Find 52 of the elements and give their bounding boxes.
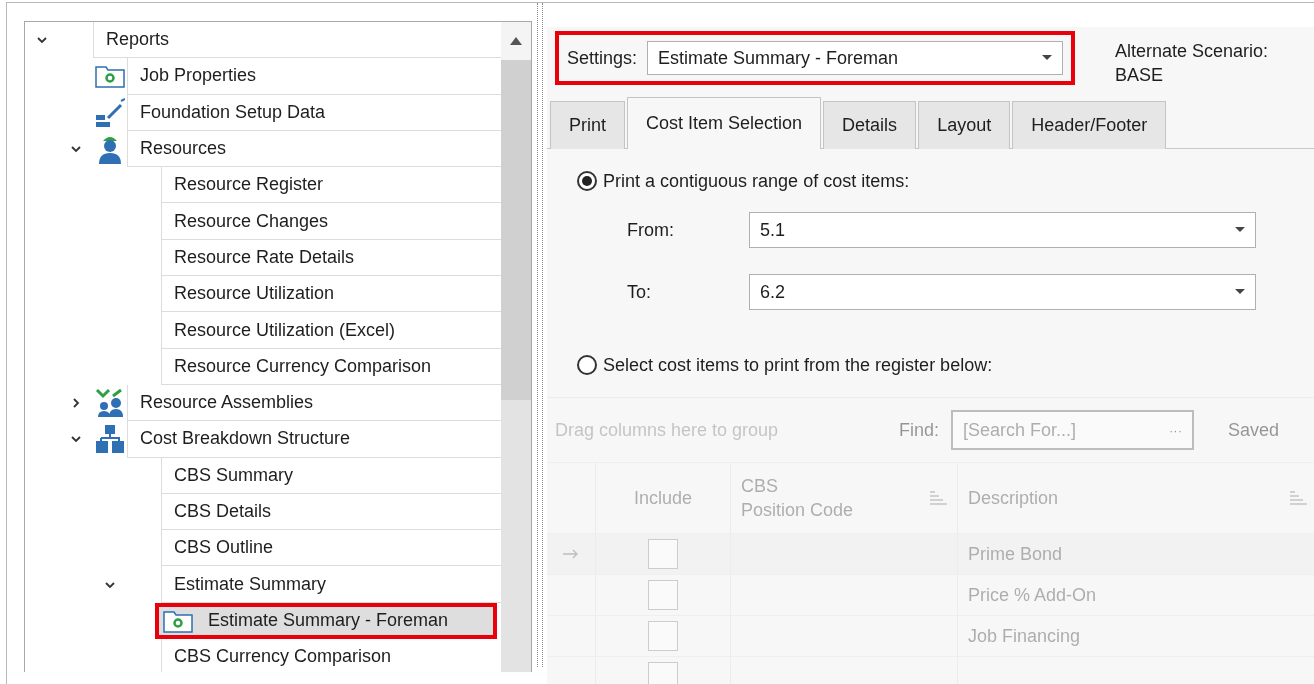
tree-item[interactable]: Resource Rate Details xyxy=(161,239,501,277)
people-icon xyxy=(95,388,125,419)
tab[interactable]: Header/Footer xyxy=(1012,101,1167,149)
splitter[interactable] xyxy=(537,3,543,667)
settings-label: Settings: xyxy=(567,47,638,69)
tree-item[interactable]: Foundation Setup Data xyxy=(127,94,501,131)
dropdown-caret-icon[interactable] xyxy=(1042,55,1052,61)
scroll-up-icon[interactable] xyxy=(510,37,522,45)
find-label: Find: xyxy=(899,419,940,441)
range-dropdown[interactable]: 6.2 xyxy=(749,274,1256,310)
folder-icon xyxy=(163,608,193,633)
tree-item[interactable]: Resource Currency Comparison xyxy=(161,348,501,385)
alternate-scenario-value: BASE xyxy=(1115,64,1165,87)
arrow-right-icon xyxy=(563,549,579,559)
field-label: From: xyxy=(627,219,675,241)
tree-item[interactable]: CBS Details xyxy=(161,493,501,531)
setup-icon xyxy=(95,97,125,128)
alternate-scenario-label: Alternate Scenario: xyxy=(1115,40,1269,63)
tab[interactable]: Layout xyxy=(918,101,1011,149)
tree-item[interactable]: Reports xyxy=(93,22,501,59)
settings-dropdown[interactable]: Estimate Summary - Foreman xyxy=(647,41,1063,75)
folder-icon xyxy=(95,64,125,89)
scrollbar-thumb[interactable] xyxy=(501,60,531,400)
radio-button[interactable] xyxy=(577,355,597,375)
tree-item[interactable]: Resource Assemblies xyxy=(127,384,501,422)
tree-item[interactable]: Resource Utilization (Excel) xyxy=(161,312,501,349)
radio-button[interactable] xyxy=(577,171,597,191)
description-cell: Prime Bond xyxy=(968,543,1063,565)
field-label: To: xyxy=(627,281,652,303)
radio-label: Select cost items to print from the register below: xyxy=(603,354,993,376)
tree-item[interactable]: Resource Register xyxy=(161,167,501,204)
tree-item[interactable]: Resources xyxy=(127,130,501,168)
tree-item[interactable]: Resource Utilization xyxy=(161,276,501,313)
tab[interactable]: Print xyxy=(550,101,625,149)
range-dropdown[interactable]: 5.1 xyxy=(749,212,1256,248)
saved-label: Saved xyxy=(1228,419,1280,441)
tree-item[interactable]: CBS Summary xyxy=(161,457,501,494)
tree-item[interactable]: Estimate Summary xyxy=(161,566,501,603)
tab[interactable]: Details xyxy=(823,101,917,149)
scrollbar[interactable] xyxy=(501,22,531,672)
tab[interactable]: Cost Item Selection xyxy=(627,97,822,149)
dropdown-caret-icon[interactable] xyxy=(1235,289,1245,295)
description-cell: Price % Add-On xyxy=(968,584,1097,606)
hierarchy-icon xyxy=(95,424,125,455)
description-cell: Job Financing xyxy=(968,625,1081,647)
dropdown-caret-icon[interactable] xyxy=(1235,227,1245,233)
tree-item[interactable]: CBS Outline xyxy=(161,530,501,567)
tree-item[interactable]: Cost Breakdown Structure xyxy=(127,421,501,458)
tree-item[interactable]: Resource Changes xyxy=(161,203,501,240)
tree-item[interactable]: Job Properties xyxy=(127,58,501,95)
chevron-right-icon[interactable] xyxy=(70,397,82,410)
radio-label: Print a contiguous range of cost items: xyxy=(603,170,910,192)
